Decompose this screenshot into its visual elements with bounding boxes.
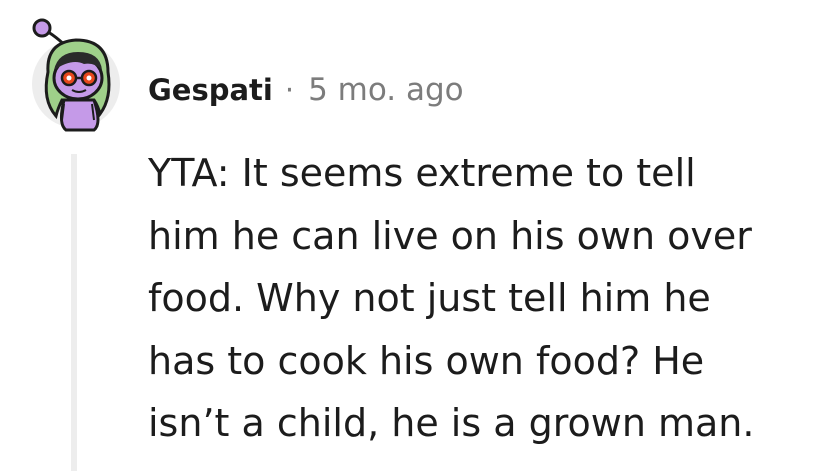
comment-body-line: him he can live on his own over xyxy=(148,213,752,258)
thread-line[interactable] xyxy=(71,154,77,471)
comment-body-line: isn’t a child, he is a grown man. xyxy=(148,401,755,445)
comment-body-line: has to cook his own food? He xyxy=(148,338,705,383)
comment-body: YTA: It seems extreme to tell him he can… xyxy=(148,142,798,455)
comment-body-line: food. Why not just tell him he xyxy=(148,276,711,320)
comment-card: Gespati · 5 mo. ago YTA: It seems extrem… xyxy=(0,0,816,471)
snoo-avatar-icon xyxy=(32,18,120,132)
author-username[interactable]: Gespati xyxy=(148,73,273,107)
separator-dot: · xyxy=(284,73,295,107)
avatar[interactable] xyxy=(28,12,124,136)
comment-header: Gespati · 5 mo. ago xyxy=(148,68,464,112)
comment-body-line: YTA: It seems extreme to tell xyxy=(148,151,696,195)
comment-timestamp[interactable]: 5 mo. ago xyxy=(308,72,464,108)
